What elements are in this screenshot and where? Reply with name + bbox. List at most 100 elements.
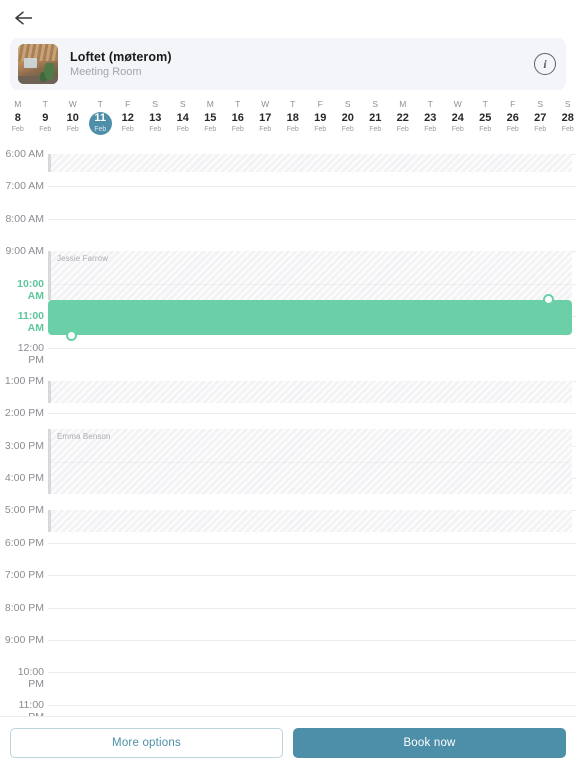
date-cell-month: Feb [176, 126, 189, 133]
date-cell-12-feb[interactable]: F 12 Feb [114, 98, 142, 135]
date-strip[interactable]: M 8 Feb T 9 Feb W 10 Feb T 11 Feb F 12 Feb S 13 Feb S 14 Feb… [0, 98, 576, 140]
room-name: Loftet (møterom) [70, 50, 172, 64]
blocked-time-block [48, 510, 572, 532]
date-cell-21-feb[interactable]: S 21 Feb [362, 98, 390, 135]
date-cell-20-feb[interactable]: S 20 Feb [334, 98, 362, 135]
resize-handle-bottom-icon[interactable] [66, 329, 77, 341]
date-cell-13-feb[interactable]: S 13 Feb [142, 98, 170, 135]
date-cell-disc: 11 Feb [88, 112, 112, 135]
date-cell-15-feb[interactable]: M 15 Feb [197, 98, 225, 135]
hour-gridline [48, 218, 576, 220]
date-cell-11-feb[interactable]: T 11 Feb [87, 98, 115, 135]
hour-row[interactable]: 7:00 PM [0, 569, 576, 607]
date-cell-weekday: T [42, 99, 48, 109]
booking-screen: Loftet (møterom) Meeting Room i M 8 Feb T 9 F… [0, 0, 576, 768]
date-cell-weekday: F [317, 99, 323, 109]
schedule-grid[interactable]: 6:00 AM 7:00 AM 8:00 AM 9:00 AM 10:00 AM 11:0… [0, 140, 576, 716]
date-cell-24-feb[interactable]: W 24 Feb [444, 98, 472, 135]
hour-row[interactable]: 8:00 PM [0, 602, 576, 640]
more-options-button[interactable]: More options [10, 727, 283, 758]
date-cell-weekday: T [427, 99, 433, 109]
date-cell-disc: 9 Feb [34, 112, 57, 135]
footer-actions: More options Book now [0, 716, 576, 768]
date-cell-18-feb[interactable]: T 18 Feb [279, 98, 307, 135]
date-cell-day-number: 28 [561, 112, 574, 124]
date-cell-weekday: S [152, 99, 159, 109]
date-cell-month: Feb [231, 126, 244, 133]
date-cell-disc: 8 Feb [6, 112, 29, 135]
hour-row[interactable]: 8:00 AM [0, 213, 576, 251]
time-selection-block[interactable] [48, 293, 572, 341]
book-now-button[interactable]: Book now [293, 727, 566, 758]
hour-label: 5:00 PM [4, 504, 44, 517]
date-cell-disc: 23 Feb [419, 112, 442, 135]
date-cell-weekday: M [14, 99, 22, 109]
date-cell-weekday: S [372, 99, 379, 109]
hour-row[interactable]: 6:00 PM [0, 537, 576, 575]
room-type: Meeting Room [70, 66, 142, 78]
hour-row[interactable]: 9:00 PM [0, 634, 576, 672]
date-cell-month: Feb [561, 126, 574, 133]
date-cell-day-number: 23 [424, 112, 437, 124]
hour-gridline [48, 607, 576, 609]
hour-row[interactable]: 11:00 PM [0, 699, 576, 716]
date-cell-weekday: W [68, 99, 77, 109]
date-cell-14-feb[interactable]: S 14 Feb [169, 98, 197, 135]
date-cell-month: Feb [204, 126, 217, 133]
date-cell-day-number: 9 [42, 112, 49, 124]
date-cell-10-feb[interactable]: W 10 Feb [59, 98, 87, 135]
date-cell-weekday: W [453, 99, 462, 109]
date-cell-27-feb[interactable]: S 27 Feb [527, 98, 555, 135]
date-cell-weekday: M [206, 99, 214, 109]
date-cell-day-number: 11 [94, 112, 107, 124]
date-cell-23-feb[interactable]: T 23 Feb [417, 98, 445, 135]
date-cell-16-feb[interactable]: T 16 Feb [224, 98, 252, 135]
hour-label: 8:00 AM [5, 212, 44, 225]
date-cell-weekday: T [290, 99, 296, 109]
date-cell-8-feb[interactable]: M 8 Feb [4, 98, 32, 135]
date-cell-month: Feb [341, 126, 354, 133]
date-cell-22-feb[interactable]: M 22 Feb [389, 98, 417, 135]
date-cell-month: Feb [479, 126, 492, 133]
blocked-time-block [48, 380, 572, 403]
info-circle-icon[interactable]: i [534, 53, 556, 75]
hour-gridline [48, 413, 576, 415]
hour-gridline [48, 542, 576, 544]
date-cell-month: Feb [506, 126, 519, 133]
hour-label: 7:00 PM [4, 569, 44, 582]
hour-label: 7:00 AM [5, 180, 44, 193]
hour-label: 1:00 PM [4, 374, 44, 387]
hour-row[interactable]: 7:00 AM [0, 180, 576, 218]
room-meta: Loftet (møterom) Meeting Room [70, 50, 534, 78]
date-cell-25-feb[interactable]: T 25 Feb [472, 98, 500, 135]
date-cell-day-number: 19 [314, 112, 327, 124]
date-cell-weekday: T [482, 99, 488, 109]
date-cell-disc: 16 Feb [226, 112, 249, 135]
busy-event-block: Emma Benson [48, 429, 572, 495]
date-cell-weekday: F [510, 99, 516, 109]
date-cell-weekday: T [235, 99, 241, 109]
hour-row[interactable]: 12:00 PM [0, 342, 576, 380]
date-cell-disc: 14 Feb [171, 112, 194, 135]
hour-gridline [48, 186, 576, 188]
date-cell-month: Feb [424, 126, 437, 133]
date-cell-day-number: 17 [259, 112, 272, 124]
date-cell-9-feb[interactable]: T 9 Feb [32, 98, 60, 135]
thumbnail-window [23, 57, 38, 68]
hour-label: 9:00 AM [5, 245, 44, 258]
date-cell-weekday: F [125, 99, 131, 109]
hour-row[interactable]: 10:00 PM [0, 666, 576, 704]
date-cell-17-feb[interactable]: W 17 Feb [252, 98, 280, 135]
date-cell-day-number: 25 [479, 112, 492, 124]
date-cell-disc: 15 Feb [199, 112, 222, 135]
back-button[interactable] [10, 5, 36, 31]
hour-label: 6:00 AM [5, 148, 44, 160]
date-cell-19-feb[interactable]: F 19 Feb [307, 98, 335, 135]
room-card[interactable]: Loftet (møterom) Meeting Room i [10, 38, 566, 90]
date-cell-26-feb[interactable]: F 26 Feb [499, 98, 527, 135]
date-cell-day-number: 26 [506, 112, 519, 124]
resize-handle-top-icon[interactable] [543, 293, 554, 305]
date-cell-28-feb[interactable]: S 28 Feb [554, 98, 576, 135]
date-cell-day-number: 10 [66, 112, 79, 124]
hour-label: 12:00 PM [17, 342, 44, 367]
